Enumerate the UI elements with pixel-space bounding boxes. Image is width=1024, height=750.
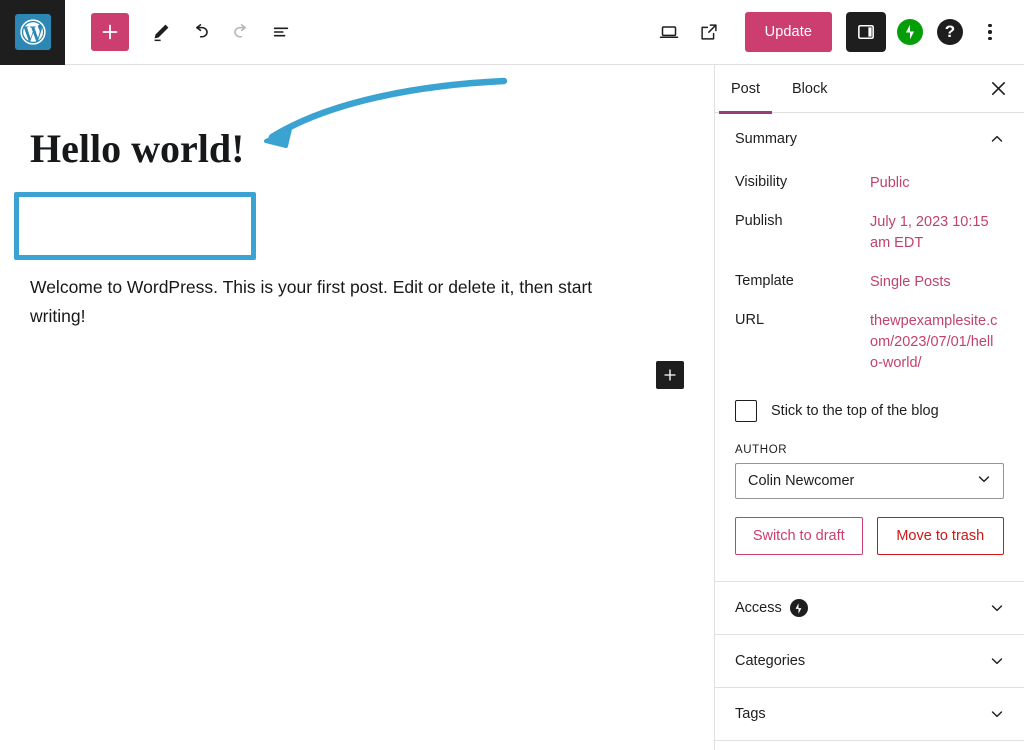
editor-canvas[interactable]: Hello world! Welcome to WordPress. This … xyxy=(0,65,714,750)
help-button[interactable]: ? xyxy=(930,12,970,52)
wordpress-block-editor: Update ? Hello world! Welcome to WordPre… xyxy=(0,0,1024,750)
summary-panel-header[interactable]: Summary xyxy=(715,113,1024,165)
summary-row-visibility: Visibility Public xyxy=(735,165,1004,204)
jetpack-bolt-icon xyxy=(905,24,915,40)
undo-button[interactable] xyxy=(181,12,221,52)
tags-panel-header[interactable]: Tags xyxy=(715,688,1024,740)
summary-row-template: Template Single Posts xyxy=(735,264,1004,303)
editor-toolbar: Update ? xyxy=(0,0,1024,65)
document-outline-icon xyxy=(273,27,289,37)
summary-panel-title: Summary xyxy=(735,131,798,147)
visibility-value[interactable]: Public xyxy=(870,173,910,194)
update-button[interactable]: Update xyxy=(744,12,832,52)
sticky-post-row: Stick to the top of the blog xyxy=(735,384,1004,428)
post-actions-row: Switch to draft Move to trash xyxy=(735,499,1004,577)
settings-sidebar: Post Block Summary Visibility Public Pub… xyxy=(714,65,1024,750)
stick-to-top-checkbox[interactable] xyxy=(735,400,757,423)
desktop-preview-icon xyxy=(659,26,678,38)
tab-post[interactable]: Post xyxy=(715,65,776,114)
chevron-down-icon xyxy=(988,652,1006,670)
wordpress-logo xyxy=(14,14,51,50)
summary-panel-body: Visibility Public Publish July 1, 2023 1… xyxy=(715,165,1024,581)
tags-panel-title: Tags xyxy=(735,706,766,723)
author-selected-value: Colin Newcomer xyxy=(748,473,855,490)
plus-icon xyxy=(664,369,676,381)
chevron-up-icon xyxy=(988,130,1006,148)
toolbar-right-group: Update ? xyxy=(649,12,1024,52)
kebab-menu-icon xyxy=(988,23,992,41)
wordpress-icon xyxy=(19,19,46,45)
url-label: URL xyxy=(735,312,765,329)
chevron-down-icon xyxy=(988,705,1006,723)
access-panel-header[interactable]: Access xyxy=(715,582,1024,634)
jetpack-icon xyxy=(789,599,808,618)
publish-label: Publish xyxy=(735,213,783,230)
jetpack-icon xyxy=(897,19,923,45)
categories-panel-header[interactable]: Categories xyxy=(715,635,1024,687)
pencil-icon xyxy=(154,24,169,42)
wordpress-logo-button[interactable] xyxy=(0,0,65,65)
move-to-trash-button[interactable]: Move to trash xyxy=(876,517,1004,556)
preview-button[interactable] xyxy=(649,12,689,52)
switch-to-draft-button[interactable]: Switch to draft xyxy=(735,517,863,556)
publish-value[interactable]: July 1, 2023 10:15 am EDT xyxy=(870,212,998,254)
options-menu-button[interactable] xyxy=(970,12,1010,52)
annotation-highlight-box xyxy=(14,192,256,260)
toolbar-left-group xyxy=(65,12,301,52)
post-paragraph-block[interactable]: Welcome to WordPress. This is your first… xyxy=(30,273,640,331)
settings-sidebar-toggle[interactable] xyxy=(846,12,886,52)
template-label: Template xyxy=(735,273,794,290)
sidebar-tabs: Post Block xyxy=(715,65,1024,114)
edit-mode-button[interactable] xyxy=(141,12,181,52)
post-title[interactable]: Hello world! xyxy=(30,127,244,171)
jetpack-bolt-icon xyxy=(795,602,802,614)
chevron-down-icon xyxy=(988,599,1006,617)
template-value[interactable]: Single Posts xyxy=(870,272,951,293)
access-panel-title: Access xyxy=(735,600,782,617)
categories-panel-title: Categories xyxy=(735,653,806,670)
close-icon xyxy=(991,81,1005,96)
chevron-down-icon xyxy=(975,470,993,492)
plus-icon xyxy=(102,24,118,40)
help-icon: ? xyxy=(937,19,963,45)
summary-row-url: URL thewpexamplesite.com/2023/07/01/hell… xyxy=(735,303,1004,384)
redo-icon xyxy=(234,24,246,38)
external-link-icon xyxy=(701,24,717,40)
document-outline-button[interactable] xyxy=(261,12,301,52)
close-sidebar-button[interactable] xyxy=(976,67,1020,111)
tab-block[interactable]: Block xyxy=(776,65,843,113)
panel-divider xyxy=(715,740,1024,742)
url-value[interactable]: thewpexamplesite.com/2023/07/01/hello-wo… xyxy=(870,311,998,374)
sidebar-settings-icon xyxy=(858,24,874,40)
visibility-label: Visibility xyxy=(735,174,788,190)
author-select[interactable]: Colin Newcomer xyxy=(735,463,1004,500)
author-field-label: AUTHOR xyxy=(735,444,788,457)
canvas-block-inserter[interactable] xyxy=(656,361,684,389)
view-post-button[interactable] xyxy=(689,12,729,52)
jetpack-button[interactable] xyxy=(890,12,930,52)
undo-icon xyxy=(196,24,208,38)
redo-button[interactable] xyxy=(221,12,261,52)
summary-row-publish: Publish July 1, 2023 10:15 am EDT xyxy=(735,204,1004,264)
stick-to-top-label: Stick to the top of the blog xyxy=(771,403,939,420)
add-block-button[interactable] xyxy=(91,13,129,51)
